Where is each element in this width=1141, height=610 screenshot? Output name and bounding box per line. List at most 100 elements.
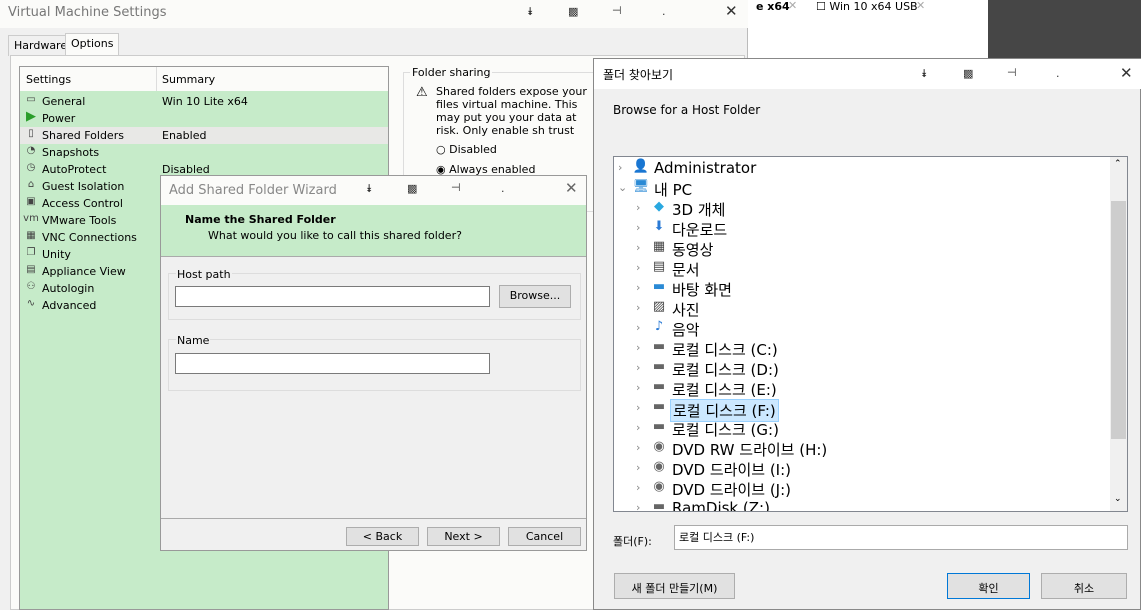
grid-icon[interactable]: ▩ [963, 67, 973, 80]
next-button[interactable]: Next > [427, 527, 500, 546]
menu-icon[interactable]: ⯯ [366, 182, 373, 196]
document-icon: ▤ [652, 259, 666, 274]
window-title: Virtual Machine Settings [8, 5, 167, 20]
user-icon: 👤 [632, 159, 650, 174]
folder-input[interactable]: 로컬 디스크 (F:) [674, 525, 1128, 550]
warning-text: Shared folders expose your files virtual… [436, 85, 587, 137]
grid-icon[interactable]: ▩ [568, 5, 578, 18]
chevron-right-icon[interactable]: › [636, 301, 640, 314]
browse-folder-dialog: 폴더 찾아보기 ⯯ ▩ ⊣ . ✕ Browse for a Host Fold… [593, 58, 1141, 610]
chevron-right-icon[interactable]: › [636, 421, 640, 434]
chevron-right-icon[interactable]: › [636, 281, 640, 294]
grid-icon[interactable]: ▩ [407, 182, 417, 195]
monitor-icon: ▭ [26, 94, 36, 105]
access-lock-icon: ▣ [26, 196, 36, 207]
close-icon[interactable]: ✕ [1120, 64, 1133, 82]
tab-close-icon[interactable]: ✕ [916, 0, 925, 12]
pin-icon[interactable]: ⊣ [451, 181, 461, 194]
list-header: Settings Summary [20, 67, 388, 91]
minimize-icon[interactable]: . [501, 182, 505, 195]
name-input[interactable] [175, 353, 490, 374]
background-tab-1[interactable]: e x64 [756, 0, 790, 13]
new-folder-button[interactable]: 새 폴더 만들기(M) [614, 573, 735, 599]
title-bar: Virtual Machine Settings ⯯ ▩ ⊣ . ✕ [0, 0, 748, 28]
chevron-right-icon[interactable]: › [636, 381, 640, 394]
chevron-right-icon[interactable]: › [636, 201, 640, 214]
settings-item-shared-folders[interactable]: ▯ Shared Folders Enabled [20, 127, 388, 144]
tree-item-label: 다운로드 [672, 221, 728, 239]
chevron-right-icon[interactable]: › [618, 161, 622, 174]
item-label: VMware Tools [42, 214, 117, 227]
chevron-right-icon[interactable]: › [636, 241, 640, 254]
cube-icon: ◆ [654, 199, 664, 214]
folder-tree[interactable]: › 👤 Administrator ⌄ 🖥 내 PC › ◆ 3D 개체 › ⬇ 다운로드 › ▦ 동영상 ›… [613, 156, 1128, 512]
chevron-right-icon[interactable]: › [636, 221, 640, 234]
close-icon[interactable]: ✕ [725, 2, 738, 20]
settings-column-header[interactable]: Settings [26, 73, 71, 86]
chevron-right-icon[interactable]: › [636, 341, 640, 354]
wizard-header: Name the Shared Folder What would you li… [161, 205, 586, 257]
browse-button[interactable]: Browse... [499, 285, 571, 308]
settings-item-power[interactable]: ▶ Power [20, 109, 388, 127]
background-tab-2[interactable]: ☐ Win 10 x64 USB [816, 0, 918, 13]
chevron-right-icon[interactable]: › [636, 481, 640, 494]
tree-item-label: RamDisk (Z:) [672, 499, 770, 512]
pin-icon[interactable]: ⊣ [1007, 66, 1017, 79]
item-label: General [42, 95, 86, 108]
settings-item-general[interactable]: ▭ General Win 10 Lite x64 [20, 93, 388, 110]
video-icon: ▦ [652, 239, 666, 254]
tree-item-label: Administrator [654, 159, 757, 177]
music-icon: ♪ [654, 319, 664, 334]
chevron-right-icon[interactable]: › [636, 321, 640, 334]
tree-item-label: 사진 [672, 301, 700, 319]
minimize-icon[interactable]: . [1056, 67, 1060, 80]
summary-column-header[interactable]: Summary [156, 67, 215, 91]
item-summary: Enabled [162, 129, 207, 142]
minimize-icon[interactable]: . [662, 5, 666, 18]
chevron-right-icon[interactable]: › [636, 401, 640, 414]
tree-item-label: 로컬 디스크 (D:) [672, 361, 779, 379]
menu-icon[interactable]: ⯯ [921, 67, 928, 81]
chevron-right-icon[interactable]: › [636, 461, 640, 474]
pin-icon[interactable]: ⊣ [612, 4, 622, 17]
item-label: Power [42, 112, 76, 125]
chevron-right-icon[interactable]: › [636, 501, 640, 511]
chevron-right-icon[interactable]: › [636, 361, 640, 374]
menu-icon[interactable]: ⯯ [527, 5, 534, 19]
item-summary: Win 10 Lite x64 [162, 95, 248, 108]
scroll-up-icon[interactable]: ⌃ [1114, 159, 1122, 169]
chevron-right-icon[interactable]: › [636, 441, 640, 454]
tab-options[interactable]: Options [65, 33, 120, 56]
item-label: Access Control [42, 197, 123, 210]
wizard-title-bar: Add Shared Folder Wizard ⯯ ▩ ⊣ . ✕ [161, 176, 586, 205]
host-path-input[interactable] [175, 286, 490, 307]
radio-disabled[interactable]: ○ Disabled [436, 143, 497, 156]
dialog-cancel-button[interactable]: 취소 [1041, 573, 1127, 599]
scrollbar-thumb[interactable] [1111, 201, 1126, 439]
scroll-down-icon[interactable]: ⌄ [1114, 494, 1122, 504]
warning-icon: ⚠ [416, 85, 428, 100]
tree-scrollbar[interactable]: ⌃ ⌄ [1110, 157, 1127, 511]
cancel-button[interactable]: Cancel [508, 527, 581, 546]
background-tab-2-label: Win 10 x64 USB [829, 0, 918, 13]
tree-item-label: 바탕 화면 [672, 281, 732, 299]
wizard-subheading: What would you like to call this shared … [208, 229, 462, 242]
chevron-right-icon[interactable]: › [636, 261, 640, 274]
folder-sharing-title: Folder sharing [410, 66, 493, 79]
close-icon[interactable]: ✕ [565, 179, 578, 197]
shared-folder-icon: ▯ [28, 128, 34, 139]
tree-item-label: 로컬 디스크 (E:) [672, 381, 777, 399]
tab-hardware[interactable]: Hardware [8, 35, 74, 56]
tree-item-label: DVD RW 드라이브 (H:) [672, 441, 828, 459]
chevron-down-icon[interactable]: ⌄ [618, 181, 627, 194]
item-label: Unity [42, 248, 71, 261]
vm-icon: vm [23, 213, 39, 224]
wizard-title: Add Shared Folder Wizard [169, 183, 337, 198]
users-icon: ⚇ [26, 281, 36, 292]
drive-icon: ▬ [652, 399, 666, 414]
settings-item-snapshots[interactable]: ◔ Snapshots [20, 144, 388, 161]
back-button[interactable]: < Back [346, 527, 419, 546]
item-label: Guest Isolation [42, 180, 125, 193]
ok-button[interactable]: 확인 [947, 573, 1030, 599]
tab-close-icon[interactable]: ✕ [788, 0, 797, 12]
